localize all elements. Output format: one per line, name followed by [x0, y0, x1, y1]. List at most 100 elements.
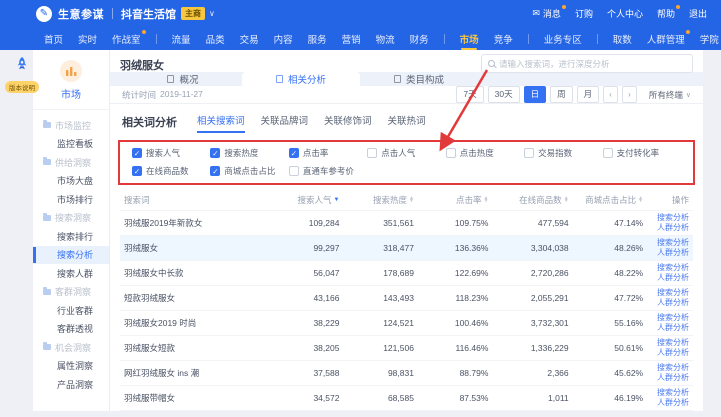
audience-analysis-link[interactable]: 人群分析 — [657, 223, 689, 233]
range-30d-button[interactable]: 30天 — [488, 86, 520, 102]
tab-overview[interactable]: 概况 — [124, 72, 242, 86]
tab-related-analysis[interactable]: 相关分析 — [242, 72, 360, 86]
filter-payment-conversion[interactable]: 支付转化率 — [603, 147, 681, 159]
nav-war-room[interactable]: 作战室 — [112, 27, 141, 50]
audience-analysis-link[interactable]: 人群分析 — [657, 298, 689, 308]
table-row[interactable]: 羽绒服带帽女 34,572 68,585 87.53% 1,011 46.19%… — [120, 386, 693, 411]
table-row[interactable]: 羽绒服女中长款 56,047 178,689 122.69% 2,720,286… — [120, 261, 693, 286]
filter-mall-click-share[interactable]: ✓商城点击占比 — [210, 165, 288, 177]
filter-search-heat[interactable]: ✓搜索热度 — [210, 147, 288, 159]
sidebar-group-opportunity-insight[interactable]: 机会洞察 — [33, 338, 109, 357]
table-row[interactable]: 羽绒服女 99,297 318,477 136.36% 3,304,038 48… — [120, 236, 693, 261]
tab-category-composition[interactable]: 类目构成 — [360, 72, 478, 86]
search-popularity-cell: 38,229 — [275, 318, 344, 328]
table-row[interactable]: 羽绒服2019年新款女 109,284 351,561 109.75% 477,… — [120, 211, 693, 236]
audience-analysis-link[interactable]: 人群分析 — [657, 398, 689, 408]
nav-logistics[interactable]: 物流 — [376, 27, 395, 50]
filter-label: 点击率 — [303, 147, 329, 159]
range-7d-button[interactable]: 7天 — [456, 86, 483, 102]
filter-search-popularity[interactable]: ✓搜索人气 — [132, 147, 210, 159]
audience-analysis-link[interactable]: 人群分析 — [657, 248, 689, 258]
chevron-down-icon[interactable]: ∨ — [209, 9, 215, 18]
subtab-related-brand-words[interactable]: 关联品牌词 — [261, 113, 309, 131]
nav-marketing[interactable]: 营销 — [342, 27, 361, 50]
table-row[interactable]: 网红羽绒服女 ins 潮 37,588 98,831 88.79% 2,366 … — [120, 361, 693, 386]
terminal-filter-label: 所有终端 — [649, 89, 683, 101]
profile-link[interactable]: 个人中心 — [607, 7, 643, 20]
filter-train-reference-price[interactable]: 直通车参考价 — [289, 165, 367, 177]
filter-click-rate[interactable]: ✓点击率 — [289, 147, 367, 159]
audience-analysis-link[interactable]: 人群分析 — [657, 373, 689, 383]
sidebar-item-product-insight[interactable]: 产品洞察 — [33, 375, 109, 394]
nav-business-zone[interactable]: 业务专区 — [544, 27, 582, 50]
sidebar-group-customer-insight[interactable]: 客群洞察 — [33, 283, 109, 302]
sidebar-item-industry-customers[interactable]: 行业客群 — [33, 301, 109, 320]
logo-icon: ✎ — [36, 6, 52, 22]
terminal-filter-dropdown[interactable]: 所有终端 ∨ — [649, 89, 691, 101]
sidebar-item-search-ranking[interactable]: 搜索排行 — [33, 227, 109, 246]
audience-analysis-link[interactable]: 人群分析 — [657, 348, 689, 358]
nav-home[interactable]: 首页 — [44, 27, 63, 50]
nav-traffic[interactable]: 流量 — [172, 27, 191, 50]
filter-trade-index[interactable]: 交易指数 — [524, 147, 602, 159]
range-month-button[interactable]: 月 — [577, 86, 600, 102]
col-click-rate[interactable]: 点击率▲▼ — [418, 194, 492, 206]
col-search-heat[interactable]: 搜索热度▲▼ — [343, 194, 417, 206]
check-icon: ✓ — [134, 167, 140, 176]
search-input[interactable] — [499, 59, 686, 69]
sidebar-item-search-analysis[interactable]: 搜索分析 — [33, 246, 109, 265]
range-week-button[interactable]: 周 — [550, 86, 573, 102]
subscribe-link[interactable]: 订购 — [575, 7, 593, 20]
nav-service[interactable]: 服务 — [308, 27, 327, 50]
nav-audience-mgmt[interactable]: 人群管理 — [647, 27, 685, 50]
nav-academy[interactable]: 学院 — [700, 27, 719, 50]
subtab-related-hot-words[interactable]: 关联热词 — [388, 113, 426, 131]
filter-online-products[interactable]: ✓在线商品数 — [132, 165, 210, 177]
sidebar-item-customer-perspective[interactable]: 客群透视 — [33, 320, 109, 339]
logout-link[interactable]: 退出 — [689, 7, 707, 20]
sidebar-item-monitor-board[interactable]: 监控看板 — [33, 135, 109, 154]
audience-analysis-link[interactable]: 人群分析 — [657, 273, 689, 283]
messages-link[interactable]: ✉ 消息 — [532, 7, 561, 20]
sidebar-group-supply-insight[interactable]: 供给洞察 — [33, 153, 109, 172]
table-row[interactable]: 羽绒服女2019 时尚 38,229 124,521 100.46% 3,732… — [120, 311, 693, 336]
range-day-button[interactable]: 日 — [524, 86, 547, 102]
nav-market[interactable]: 市场 — [460, 27, 479, 50]
table-row[interactable]: 羽绒服女短款 38,205 121,506 116.46% 1,336,229 … — [120, 336, 693, 361]
search-analysis-link[interactable]: 搜索分析 — [657, 288, 689, 298]
sidebar-item-market-ranking[interactable]: 市场排行 — [33, 190, 109, 209]
sidebar-group-search-insight[interactable]: 搜索洞察 — [33, 209, 109, 228]
nav-realtime[interactable]: 实时 — [78, 27, 97, 50]
nav-category[interactable]: 品类 — [206, 27, 225, 50]
search-analysis-link[interactable]: 搜索分析 — [657, 238, 689, 248]
keyword-cell: 羽绒服女2019 时尚 — [120, 317, 275, 329]
col-mall-click-share[interactable]: 商城点击占比▲▼ — [573, 194, 647, 206]
sidebar-item-market-overview[interactable]: 市场大盘 — [33, 172, 109, 191]
nav-content[interactable]: 内容 — [274, 27, 293, 50]
search-analysis-link[interactable]: 搜索分析 — [657, 388, 689, 398]
nav-competition[interactable]: 竞争 — [494, 27, 513, 50]
audience-analysis-link[interactable]: 人群分析 — [657, 323, 689, 333]
help-link[interactable]: 帮助 — [657, 7, 675, 20]
sidebar-item-attribute-insight[interactable]: 属性洞察 — [33, 357, 109, 376]
col-search-popularity[interactable]: 搜索人气▼ — [275, 194, 344, 206]
search-analysis-link[interactable]: 搜索分析 — [657, 213, 689, 223]
filter-click-popularity[interactable]: 点击人气 — [367, 147, 445, 159]
nav-finance[interactable]: 财务 — [410, 27, 429, 50]
table-row[interactable]: 短款羽绒服女 43,166 143,493 118.23% 2,055,291 … — [120, 286, 693, 311]
search-analysis-link[interactable]: 搜索分析 — [657, 338, 689, 348]
nav-trade[interactable]: 交易 — [240, 27, 259, 50]
sidebar-group-market-monitor[interactable]: 市场监控 — [33, 116, 109, 135]
search-analysis-link[interactable]: 搜索分析 — [657, 313, 689, 323]
prev-period-button[interactable]: ‹ — [603, 86, 618, 102]
col-online-products[interactable]: 在线商品数▲▼ — [492, 194, 572, 206]
search-analysis-link[interactable]: 搜索分析 — [657, 263, 689, 273]
subtab-related-modifier-words[interactable]: 关联修饰词 — [324, 113, 372, 131]
search-analysis-link[interactable]: 搜索分析 — [657, 363, 689, 373]
subtab-related-search-words[interactable]: 相关搜索词 — [197, 113, 245, 131]
sidebar-item-search-audience[interactable]: 搜索人群 — [33, 264, 109, 283]
nav-data-fetch[interactable]: 取数 — [613, 27, 632, 50]
version-notes-widget[interactable]: 版本说明 — [2, 56, 42, 95]
filter-click-heat[interactable]: 点击热度 — [446, 147, 524, 159]
next-period-button[interactable]: › — [622, 86, 637, 102]
